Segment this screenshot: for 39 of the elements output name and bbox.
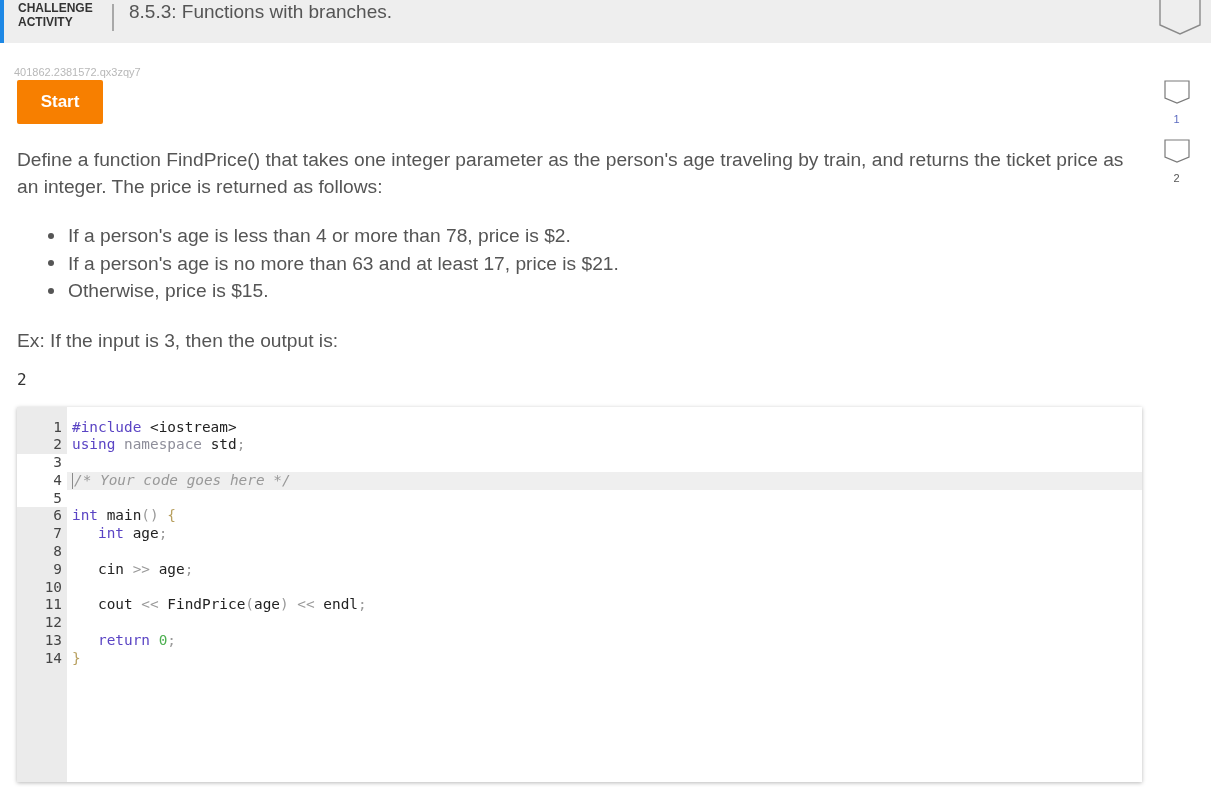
level-button[interactable]: 2 — [1163, 139, 1190, 197]
code-line: #include <iostream> — [72, 418, 237, 437]
example-output: 2 — [17, 368, 27, 391]
code-line: /* Your code goes here */ — [74, 471, 291, 490]
bullet-icon — [48, 232, 54, 239]
line-number: 13 — [43, 632, 63, 650]
line-number: 1 — [52, 418, 63, 437]
prompt-text: Define a function FindPrice() that takes one integer parameter as the person's age traveling by train, and returns the ticket price as an integer. The price is returned as follows: — [17, 148, 1125, 199]
code-editor[interactable]: 1 #include <iostream> 2 using namespace std; 3 4 /* Your code goes here */ 5 6 int main() { 7 int age; 8 9 cin >> age; 10 11 cout << FindPrice(age) << endl; 12 13 return 0; 14 } — [17, 406, 1142, 782]
line-number: 12 — [43, 614, 63, 633]
code-line: } — [72, 649, 81, 668]
code-line: return 0; — [97, 632, 176, 650]
bullet-icon — [48, 260, 54, 267]
line-number: 2 — [52, 436, 63, 455]
pentagon-icon — [1163, 139, 1190, 163]
level-button[interactable]: 1 — [1163, 80, 1190, 138]
code-line: using namespace std; — [72, 436, 246, 455]
code-line: cin >> age; — [97, 560, 194, 579]
line-number: 14 — [43, 649, 63, 668]
line-number: 9 — [52, 560, 63, 579]
line-number: 8 — [52, 543, 63, 561]
code-line: int main() { — [72, 507, 176, 526]
bullet-text: Otherwise, price is $15. — [68, 279, 269, 303]
pentagon-icon — [1163, 80, 1190, 104]
line-number: 10 — [43, 578, 63, 597]
code-line: cout << FindPrice(age) << endl; — [97, 596, 367, 615]
code-line: int age; — [97, 525, 168, 544]
text-cursor-icon — [72, 472, 73, 489]
activity-type-label: CHALLENGE ACTIVITY — [17, 0, 94, 29]
bullet-text: If a person's age is no more than 63 and at least 17, price is $21. — [68, 251, 619, 276]
line-number: 6 — [52, 507, 63, 526]
bullet-icon — [48, 287, 54, 294]
bullet-text: If a person's age is less than 4 or more than 78, price is $2. — [68, 224, 571, 248]
activity-id: 401862.2381572.qx3zqy7 — [14, 66, 141, 79]
line-number: 7 — [52, 525, 63, 544]
line-number: 3 — [17, 454, 67, 472]
example-text: Ex: If the input is 3, then the output is: — [17, 328, 339, 353]
activity-title: 8.5.3: Functions with branches. — [128, 0, 392, 24]
line-number: 11 — [43, 596, 63, 615]
